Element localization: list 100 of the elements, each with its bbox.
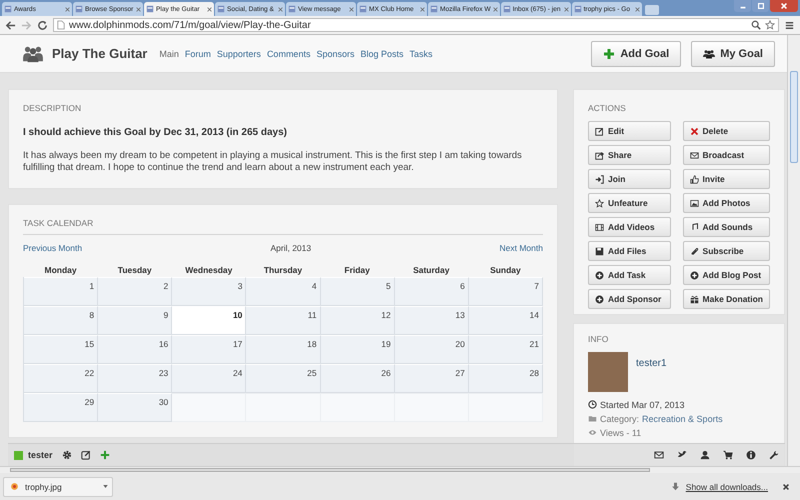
download-item[interactable]: trophy.jpg [3, 476, 113, 496]
nav-link[interactable]: Sponsors [316, 48, 354, 58]
minimize-button[interactable] [734, 0, 751, 12]
calendar-day[interactable]: 24 [172, 364, 246, 393]
action-button[interactable]: Join [588, 169, 671, 189]
calendar-day[interactable]: 27 [394, 364, 469, 393]
settings-icon[interactable] [62, 450, 72, 460]
action-button[interactable]: Add Files [588, 241, 671, 261]
calendar-day[interactable]: 29 [24, 393, 98, 422]
page-icon [430, 5, 438, 13]
vertical-scrollbar[interactable] [787, 35, 800, 466]
category-link[interactable]: Recreation & Sports [642, 414, 723, 424]
calendar-day[interactable]: 15 [24, 335, 98, 364]
action-button[interactable]: Invite [682, 169, 770, 189]
user-menu[interactable]: tester [14, 450, 53, 460]
nav-link[interactable]: Main [159, 48, 179, 58]
menu-icon[interactable] [784, 20, 795, 30]
action-button[interactable]: Add Videos [588, 217, 671, 237]
close-tab-icon[interactable] [207, 6, 212, 12]
close-tab-icon[interactable] [492, 6, 498, 12]
close-tab-icon[interactable] [278, 6, 283, 12]
calendar-day[interactable]: 22 [24, 364, 98, 393]
action-button[interactable]: Broadcast [682, 145, 770, 165]
calendar-day[interactable]: 23 [98, 364, 172, 393]
section-heading: TASK CALENDAR [23, 205, 543, 235]
user-name-link[interactable]: tester1 [636, 358, 667, 392]
calendar-day[interactable]: 4 [246, 277, 321, 306]
bird-icon[interactable] [677, 450, 687, 460]
nav-link[interactable]: Comments [266, 48, 310, 58]
action-button[interactable]: Edit [588, 121, 671, 141]
page-icon [574, 5, 582, 13]
calendar-day[interactable]: 11 [246, 306, 321, 335]
action-button[interactable]: Subscribe [682, 241, 770, 261]
nav-link[interactable]: Forum [184, 48, 211, 58]
show-all-downloads-link[interactable]: Show all downloads... [686, 482, 768, 492]
calendar-day[interactable]: 25 [246, 364, 321, 393]
horizontal-scrollbar[interactable] [0, 466, 800, 473]
calendar-day[interactable]: 14 [468, 306, 543, 335]
calendar-day[interactable]: 5 [320, 277, 395, 306]
caret-icon[interactable] [103, 485, 108, 488]
close-tab-icon[interactable] [349, 6, 354, 12]
action-button[interactable]: Make Donation [682, 289, 770, 309]
action-button[interactable]: Add Photos [682, 193, 770, 213]
nav-link[interactable]: Supporters [216, 48, 261, 58]
nav-link[interactable]: Tasks [410, 48, 433, 58]
action-button[interactable]: Add Sponsor [588, 289, 671, 309]
calendar-day[interactable]: 19 [320, 335, 395, 364]
calendar-day[interactable]: 10 [172, 306, 246, 335]
calendar-day[interactable]: 16 [98, 335, 172, 364]
plus-icon[interactable] [100, 450, 110, 460]
action-button[interactable]: Share [588, 145, 671, 165]
previous-month-link[interactable]: Previous Month [23, 243, 82, 253]
calendar-day[interactable]: 20 [394, 335, 469, 364]
back-icon[interactable] [5, 20, 16, 30]
action-button[interactable]: Add Sounds [682, 217, 770, 237]
calendar-day[interactable]: 13 [394, 306, 469, 335]
page-icon [217, 5, 225, 13]
bookmark-star-icon[interactable] [765, 20, 775, 30]
calendar-day[interactable]: 12 [320, 306, 395, 335]
close-tab-icon[interactable] [634, 6, 640, 12]
close-window-button[interactable] [770, 0, 798, 12]
calendar-day[interactable]: 28 [468, 364, 543, 393]
reload-icon[interactable] [37, 20, 48, 30]
edit-icon[interactable] [80, 450, 91, 460]
maximize-button[interactable] [752, 0, 769, 12]
calendar-day[interactable]: 30 [98, 393, 172, 422]
close-icon[interactable] [782, 482, 790, 490]
nav-link[interactable]: Blog Posts [360, 48, 404, 58]
my-goal-button[interactable]: My Goal [691, 40, 775, 66]
section-heading: INFO [588, 333, 610, 344]
zoom-icon[interactable] [751, 20, 761, 30]
close-tab-icon[interactable] [65, 6, 70, 12]
calendar-day[interactable]: 8 [24, 306, 98, 335]
user-icon[interactable] [700, 450, 710, 460]
calendar-day[interactable]: 2 [98, 277, 172, 306]
add-goal-button[interactable]: Add Goal [591, 40, 682, 66]
calendar-day[interactable]: 17 [172, 335, 246, 364]
action-button[interactable]: Add Task [588, 265, 671, 285]
mail-icon[interactable] [654, 450, 664, 460]
calendar-day[interactable]: 7 [468, 277, 543, 306]
close-tab-icon[interactable] [420, 6, 425, 12]
calendar-day[interactable]: 6 [394, 277, 469, 306]
category-label: Category: [600, 414, 640, 424]
calendar-day[interactable]: 26 [320, 364, 395, 393]
calendar-day[interactable]: 18 [246, 335, 321, 364]
eye-icon [588, 428, 597, 437]
calendar-day[interactable]: 21 [468, 335, 543, 364]
next-month-link[interactable]: Next Month [500, 243, 543, 253]
wrench-icon[interactable] [769, 450, 779, 460]
cart-icon[interactable] [723, 450, 733, 460]
calendar-day[interactable]: 3 [172, 277, 246, 306]
action-button[interactable]: Unfeature [588, 193, 671, 213]
calendar-day[interactable]: 9 [98, 306, 172, 335]
close-tab-icon[interactable] [136, 6, 141, 12]
calendar-day[interactable]: 1 [24, 277, 98, 306]
action-button[interactable]: Add Blog Post [682, 265, 770, 285]
info-icon[interactable] [746, 450, 756, 460]
address-bar[interactable]: www.dolphinmods.com/71/m/goal/view/Play-the-Guitar [53, 18, 779, 32]
close-tab-icon[interactable] [564, 6, 569, 12]
action-button[interactable]: Delete [682, 121, 770, 141]
